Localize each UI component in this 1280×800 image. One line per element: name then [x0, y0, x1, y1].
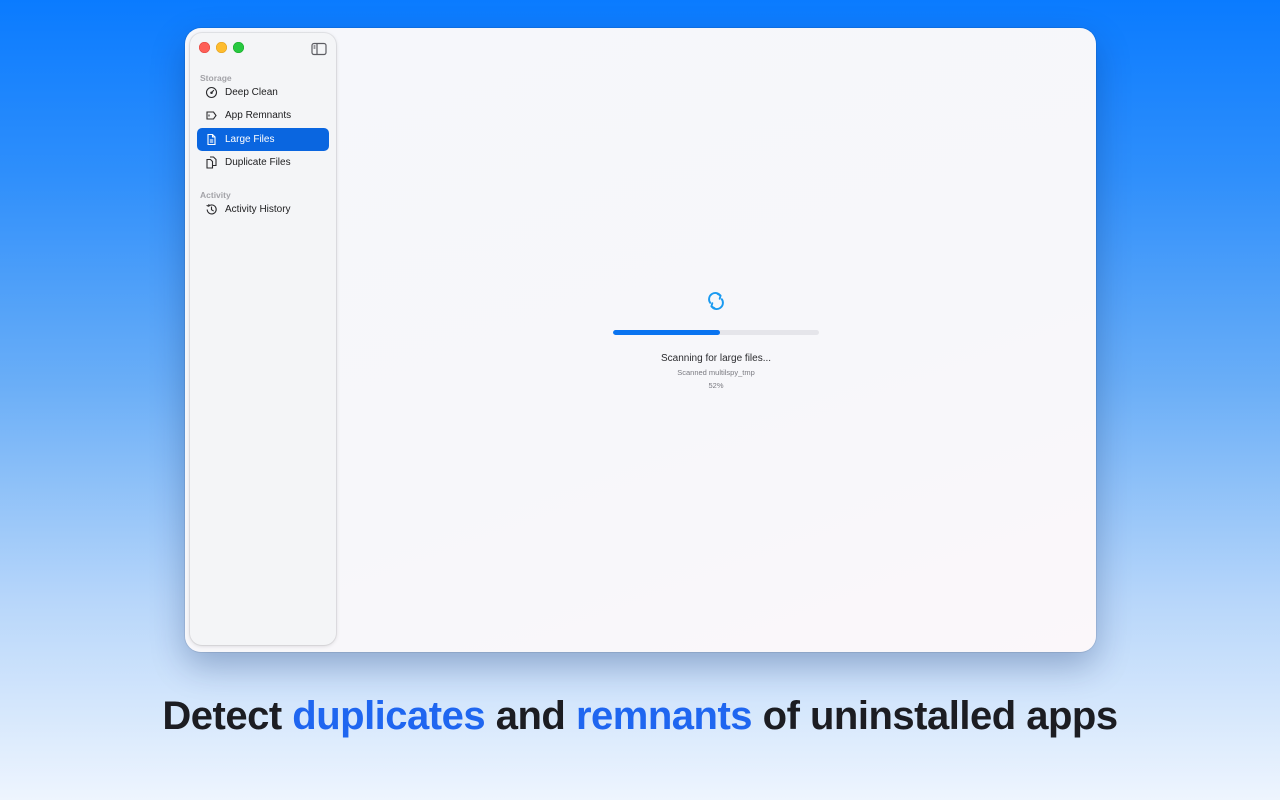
sidebar-item-label: Duplicate Files: [225, 157, 291, 168]
sync-arrows-icon: [705, 290, 727, 312]
scan-title: Scanning for large files...: [660, 353, 772, 364]
sidebar-item-label: App Remnants: [225, 110, 292, 121]
scan-percent: 52%: [708, 381, 724, 390]
gauge-icon: [205, 86, 218, 99]
app-remnants-icon: [205, 109, 218, 122]
marketing-headline: Detect duplicates and remnants of uninst…: [0, 694, 1280, 739]
headline-text: and: [485, 694, 576, 738]
sidebar-left-icon[interactable]: [311, 42, 327, 56]
sidebar-item-label: Activity History: [225, 204, 291, 215]
sidebar-item-label: Large Files: [225, 134, 275, 145]
sidebar-item-large-files[interactable]: Large Files: [197, 128, 329, 151]
sidebar-item-label: Deep Clean: [225, 87, 278, 98]
scan-current-item: Scanned multilspy_tmp: [677, 368, 755, 377]
headline-text: of uninstalled apps: [752, 694, 1118, 738]
window-close-button[interactable]: [199, 42, 210, 53]
scan-progress-bar: [613, 330, 819, 335]
sidebar-item-activity-history[interactable]: Activity History: [197, 198, 329, 221]
sidebar-item-app-remnants[interactable]: App Remnants: [197, 104, 329, 127]
headline-highlight-remnants: remnants: [575, 694, 753, 738]
clock-history-icon: [205, 203, 218, 216]
sidebar-item-deep-clean[interactable]: Deep Clean: [197, 81, 329, 104]
window-minimize-button[interactable]: [216, 42, 227, 53]
window-maximize-button[interactable]: [233, 42, 244, 53]
document-icon: [205, 133, 218, 146]
headline-highlight-duplicates: duplicates: [292, 694, 486, 738]
headline-text: Detect: [162, 694, 293, 738]
sidebar-item-duplicate-files[interactable]: Duplicate Files: [197, 151, 329, 174]
app-window: Storage Deep Clean App Remnants Large Fi…: [185, 28, 1096, 652]
duplicate-documents-icon: [205, 156, 218, 169]
scan-progress-fill: [613, 330, 721, 335]
sidebar: Storage Deep Clean App Remnants Large Fi…: [190, 33, 336, 645]
